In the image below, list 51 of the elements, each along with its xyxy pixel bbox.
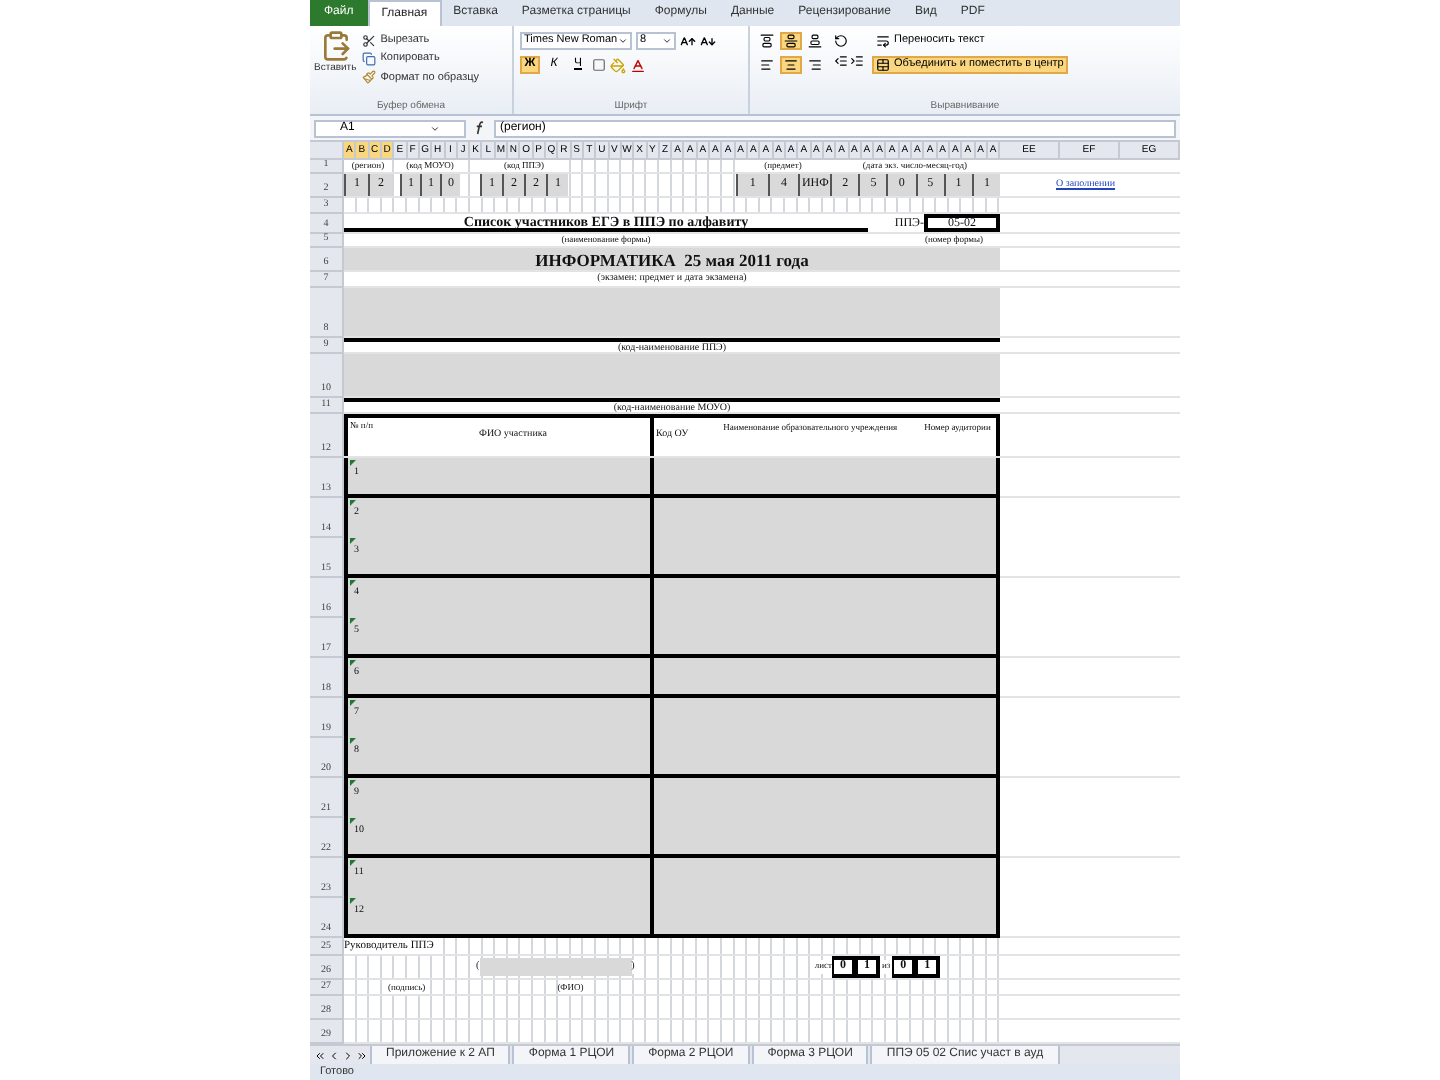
vertical-align-button[interactable] xyxy=(756,32,778,50)
error-indicator-icon xyxy=(350,738,356,744)
exam-title: ИНФОРМАТИКА 25 мая 2011 года xyxy=(344,248,1000,270)
error-indicator-icon xyxy=(350,818,356,824)
error-indicator-icon xyxy=(350,898,356,904)
outdent-icon xyxy=(834,54,848,68)
wrap-text-icon xyxy=(876,34,890,48)
error-indicator-icon xyxy=(350,460,356,466)
next-sheet-icon[interactable] xyxy=(342,1049,354,1061)
indent-icon xyxy=(850,54,864,68)
scissors-icon xyxy=(362,33,377,48)
dropdown-icon xyxy=(662,36,672,46)
align-icon xyxy=(760,58,774,72)
copy-icon xyxy=(362,51,377,66)
dropdown-icon xyxy=(430,123,440,133)
school-cell[interactable] xyxy=(654,858,1000,938)
align-icon xyxy=(808,58,822,72)
horizontal-align-button[interactable] xyxy=(756,56,778,74)
horizontal-align-button[interactable] xyxy=(780,56,802,74)
grow-font-icon xyxy=(680,33,696,49)
shrink-font-icon xyxy=(700,33,716,49)
mouo-field[interactable] xyxy=(344,354,1000,396)
paste-icon xyxy=(319,30,352,62)
paintbrush-icon xyxy=(362,70,377,85)
school-cell[interactable] xyxy=(654,658,1000,698)
previous-sheet-icon[interactable] xyxy=(328,1049,340,1061)
dropdown-icon xyxy=(618,36,628,46)
school-cell[interactable] xyxy=(654,778,1000,858)
align-icon xyxy=(760,34,774,48)
borders-icon xyxy=(592,58,606,72)
font-color-icon xyxy=(630,57,646,73)
last-sheet-icon[interactable] xyxy=(356,1049,368,1061)
school-cell[interactable] xyxy=(654,498,1000,578)
function-icon[interactable] xyxy=(472,120,488,136)
horizontal-align-button[interactable] xyxy=(804,56,826,74)
ppe-field[interactable] xyxy=(344,288,1000,336)
orientation-icon xyxy=(834,34,848,48)
school-cell[interactable] xyxy=(654,698,1000,778)
error-indicator-icon xyxy=(350,618,356,624)
vertical-align-button[interactable] xyxy=(780,32,802,50)
align-icon xyxy=(784,34,798,48)
school-cell[interactable] xyxy=(654,458,1000,498)
first-sheet-icon[interactable] xyxy=(314,1049,326,1061)
merge-icon xyxy=(876,58,890,72)
signature-field[interactable] xyxy=(479,958,632,976)
align-icon xyxy=(784,58,798,72)
fill-color-icon xyxy=(610,57,626,73)
error-indicator-icon xyxy=(350,538,356,544)
vertical-align-button[interactable] xyxy=(804,32,826,50)
align-icon xyxy=(808,34,822,48)
school-cell[interactable] xyxy=(654,578,1000,658)
